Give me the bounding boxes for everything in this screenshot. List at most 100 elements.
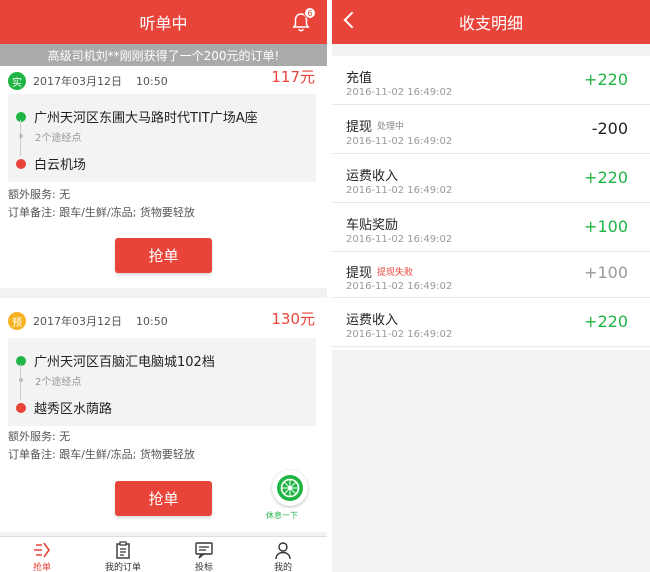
order-type-badge: 实 <box>8 72 26 90</box>
transaction-amount: +220 <box>584 312 628 331</box>
transaction-row[interactable]: 运费收入 2016-11-02 16:49:02 +220 <box>332 298 650 347</box>
grab-order-button[interactable]: 抢单 <box>115 481 212 516</box>
rest-toggle-button[interactable] <box>272 470 308 506</box>
transaction-row[interactable]: 车贴奖励 2016-11-02 16:49:02 +100 <box>332 203 650 252</box>
tab-grab-order[interactable]: 抢单 <box>12 541 72 572</box>
transaction-status: 处理中 <box>377 122 405 132</box>
person-icon <box>275 542 291 559</box>
tab-label: 我的 <box>273 563 292 572</box>
extra-service-label: 额外服务: <box>8 430 56 443</box>
tab-mine[interactable]: 我的 <box>253 541 313 572</box>
transaction-title: 充值 <box>346 71 373 86</box>
destination-dot-icon <box>16 158 26 169</box>
extra-service: 额外服务: 无 <box>8 186 70 202</box>
wheel-icon <box>277 475 303 501</box>
bid-icon <box>195 542 213 559</box>
order-note-label: 订单备注: <box>8 448 56 461</box>
origin-address: 广州天河区东圃大马路时代TIT广场A座 <box>34 111 258 126</box>
order-card-header: 预 2017年03月12日 10:50 <box>8 312 168 330</box>
transaction-amount: +100 <box>584 263 628 282</box>
order-price: 117元 <box>271 68 315 86</box>
extra-service-label: 额外服务: <box>8 188 56 201</box>
back-arrow-icon[interactable] <box>343 11 361 29</box>
page-title: 听单中 <box>139 14 188 33</box>
grab-order-button[interactable]: 抢单 <box>115 238 212 273</box>
order-type-badge: 预 <box>8 312 26 330</box>
transaction-status: 提现失败 <box>377 268 414 278</box>
transaction-time: 2016-11-02 16:49:02 <box>346 185 453 196</box>
destination-address: 白云机场 <box>34 158 87 173</box>
transaction-time: 2016-11-02 16:49:02 <box>346 234 453 245</box>
tab-label: 投标 <box>194 563 213 572</box>
income-expense-screen: 收支明细 充值 2016-11-02 16:49:02 +220 提现 处理中 2… <box>332 0 650 572</box>
order-date: 2017年03月12日 <box>33 75 122 88</box>
transaction-title: 运费收入 <box>346 313 399 328</box>
spacer <box>332 44 650 56</box>
transaction-row[interactable]: 提现 处理中 2016-11-02 16:49:02 -200 <box>332 105 650 154</box>
transaction-amount: +220 <box>584 70 628 89</box>
transaction-title: 提现 <box>346 120 373 135</box>
order-date: 2017年03月12日 <box>33 315 122 328</box>
order-card: 实 2017年03月12日 10:50 117元 广州天河区东圃大马路时代TIT… <box>0 66 327 288</box>
bell-icon[interactable]: 6 <box>290 7 316 33</box>
tab-my-orders[interactable]: 我的订单 <box>93 541 153 572</box>
origin-dot-icon <box>16 111 26 122</box>
transaction-time: 2016-11-02 16:49:02 <box>346 87 453 98</box>
transaction-amount: +220 <box>584 168 628 187</box>
transaction-amount: -200 <box>591 119 628 138</box>
transaction-list: 充值 2016-11-02 16:49:02 +220 提现 处理中 2016-1… <box>332 56 650 347</box>
order-note-value: 跟车/生鲜/冻品; 货物要轻放 <box>59 448 195 461</box>
transaction-title: 提现 <box>346 266 373 281</box>
waypoint-count: 2个途经点 <box>35 133 82 144</box>
waypoint-count: 2个途经点 <box>35 377 82 388</box>
bottom-tab-bar: 抢单 我的订单 投标 我的 <box>0 536 327 572</box>
tab-bid[interactable]: 投标 <box>174 541 234 572</box>
empty-area <box>332 350 650 572</box>
waypoint-dot-icon <box>19 134 23 138</box>
order-card-header: 实 2017年03月12日 10:50 <box>8 72 168 90</box>
transaction-row[interactable]: 运费收入 2016-11-02 16:49:02 +220 <box>332 154 650 203</box>
origin-dot-icon <box>16 355 26 366</box>
extra-service-value: 无 <box>59 188 71 201</box>
tab-label: 我的订单 <box>104 563 141 572</box>
transaction-title: 车贴奖励 <box>346 218 399 233</box>
transaction-time: 2016-11-02 16:49:02 <box>346 136 453 147</box>
header-bar: 收支明细 <box>332 0 650 44</box>
header-bar: 听单中 6 <box>0 0 327 44</box>
rest-label: 休息一下 <box>266 511 298 520</box>
transaction-time: 2016-11-02 16:49:02 <box>346 281 453 292</box>
destination-dot-icon <box>16 402 26 413</box>
order-note-label: 订单备注: <box>8 206 56 219</box>
destination-address: 越秀区水荫路 <box>34 402 113 417</box>
order-time: 10:50 <box>136 74 168 88</box>
extra-service: 额外服务: 无 <box>8 428 70 444</box>
transaction-title: 运费收入 <box>346 169 399 184</box>
transaction-row[interactable]: 提现 提现失败 2016-11-02 16:49:02 +100 <box>332 252 650 298</box>
route-origin: 广州天河区东圃大马路时代TIT广场A座 <box>16 107 258 126</box>
order-price: 130元 <box>271 310 315 328</box>
order-note: 订单备注: 跟车/生鲜/冻品; 货物要轻放 <box>8 204 195 220</box>
route-origin: 广州天河区百脑汇电脑城102档 <box>16 351 215 370</box>
route-line <box>20 364 21 400</box>
order-time: 10:50 <box>136 314 168 328</box>
origin-address: 广州天河区百脑汇电脑城102档 <box>34 355 215 370</box>
order-note-value: 跟车/生鲜/冻品; 货物要轻放 <box>59 206 195 219</box>
route-box: 广州天河区东圃大马路时代TIT广场A座 2个途经点 白云机场 <box>8 94 316 182</box>
route-destination: 越秀区水荫路 <box>16 398 112 417</box>
route-box: 广州天河区百脑汇电脑城102档 2个途经点 越秀区水荫路 <box>8 338 316 426</box>
waypoint-dot-icon <box>19 378 23 382</box>
order-note: 订单备注: 跟车/生鲜/冻品; 货物要轻放 <box>8 446 195 462</box>
route-line <box>20 120 21 156</box>
clipboard-icon <box>116 541 130 559</box>
notice-banner: 高级司机刘**刚刚获得了一个200元的订单! <box>0 44 327 66</box>
route-destination: 白云机场 <box>16 154 86 173</box>
transaction-row[interactable]: 充值 2016-11-02 16:49:02 +220 <box>332 56 650 105</box>
notification-badge: 6 <box>304 7 316 19</box>
transaction-amount: +100 <box>584 217 628 236</box>
order-listening-screen: 听单中 6 高级司机刘**刚刚获得了一个200元的订单! 实 2017年03月1… <box>0 0 327 572</box>
transaction-time: 2016-11-02 16:49:02 <box>346 329 453 340</box>
page-title: 收支明细 <box>458 14 523 33</box>
grab-order-icon <box>34 542 50 558</box>
extra-service-value: 无 <box>59 430 71 443</box>
tab-label: 抢单 <box>32 563 51 572</box>
